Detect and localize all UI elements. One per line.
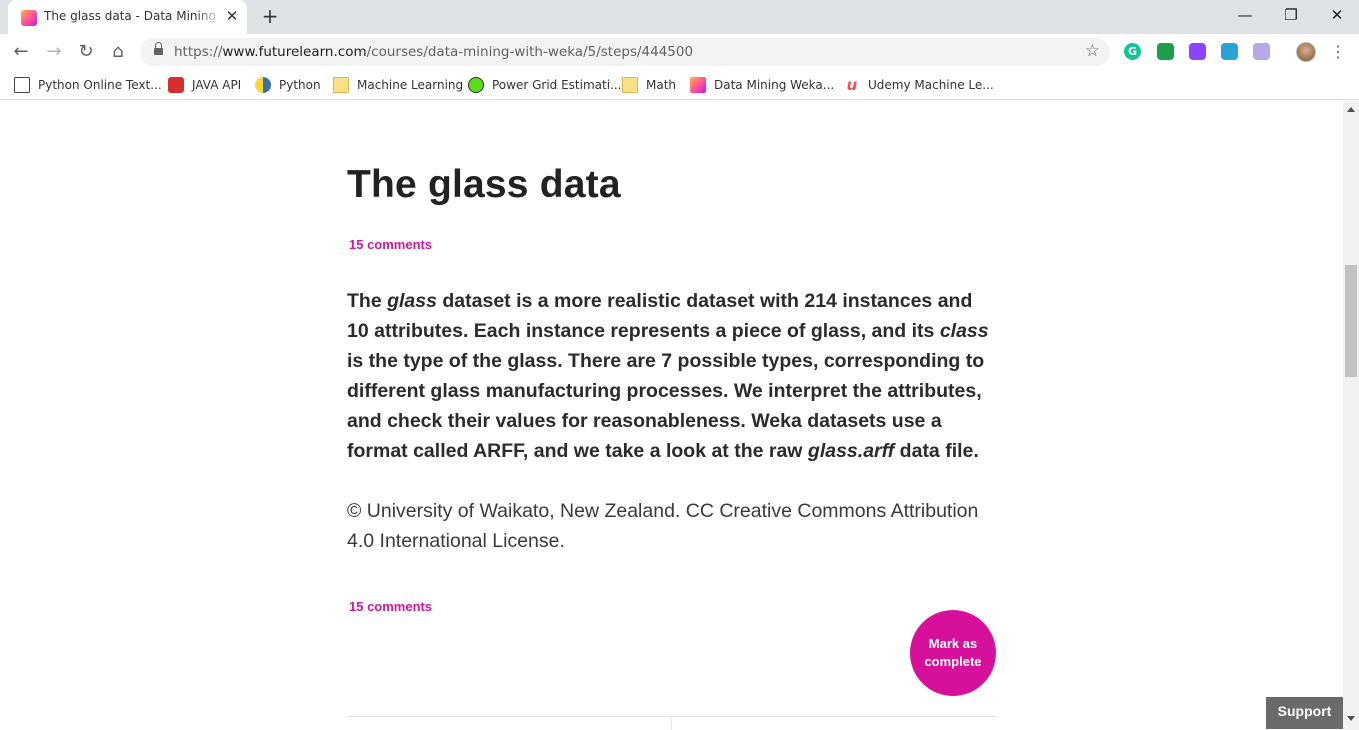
bookmark-label: Power Grid Estimati... — [492, 78, 622, 92]
puzzle-icon[interactable] — [1253, 43, 1270, 60]
summary-emphasis: glass.arff — [807, 440, 895, 462]
scroll-up-icon[interactable] — [1347, 107, 1355, 112]
page-icon — [14, 77, 30, 93]
bookmark-label: JAVA API — [192, 78, 242, 92]
profile-avatar[interactable] — [1296, 42, 1316, 62]
comments-link-bottom[interactable]: 15 comments — [349, 599, 432, 614]
support-button[interactable]: Support — [1266, 697, 1343, 729]
back-icon[interactable]: ← — [9, 40, 33, 64]
udemy-icon: u — [846, 76, 858, 94]
mark-as-complete-button[interactable]: Mark as complete — [910, 610, 996, 696]
summary-text: data file. — [894, 440, 979, 462]
browser-toolbar: ← → ↻ ⌂ https://www.futurelearn.com/cour… — [0, 34, 1359, 70]
license-text: © University of Waikato, New Zealand. CC… — [347, 500, 979, 552]
tab-close-icon[interactable]: ✕ — [224, 8, 240, 24]
step-summary: The glass dataset is a more realistic da… — [347, 286, 997, 466]
bookmark-star-icon[interactable]: ☆ — [1085, 41, 1100, 61]
restore-button[interactable]: ❐ — [1279, 4, 1303, 26]
bookmark-python[interactable]: Python — [255, 75, 321, 95]
bookmark-math[interactable]: Math — [622, 75, 676, 95]
tab-active[interactable]: The glass data - Data Mining with Weka ✕ — [8, 0, 247, 34]
bookmark-label: Data Mining Weka... — [714, 78, 835, 92]
tab-title: The glass data - Data Mining with Weka — [44, 9, 222, 23]
bookmark-java-api[interactable]: JAVA API — [168, 75, 241, 95]
folder-icon — [622, 77, 638, 93]
comments-link-top[interactable]: 15 comments — [349, 237, 432, 252]
minimize-button[interactable]: — — [1233, 4, 1257, 26]
lock-icon — [154, 42, 163, 57]
vertical-scrollbar[interactable] — [1343, 101, 1359, 730]
bookmark-label: Python — [279, 78, 321, 92]
reload-icon[interactable]: ↻ — [74, 40, 98, 64]
summary-text: The — [347, 290, 388, 312]
divider — [347, 716, 997, 717]
futurelearn-favicon-icon — [21, 10, 37, 26]
url-text[interactable]: https://www.futurelearn.com/courses/data… — [174, 44, 693, 60]
divider — [671, 716, 672, 730]
scroll-down-icon[interactable] — [1347, 716, 1355, 721]
home-icon[interactable]: ⌂ — [106, 40, 130, 64]
bookmark-power-grid[interactable]: Power Grid Estimati... — [468, 75, 622, 95]
futurelearn-icon — [690, 77, 706, 93]
bookmark-label: Machine Learning — [357, 78, 464, 92]
python-icon — [255, 77, 271, 93]
bookmark-label: Udemy Machine Le... — [868, 78, 994, 92]
smiley-icon — [468, 77, 484, 93]
cast-icon[interactable] — [1157, 43, 1174, 60]
bookmarks-bar: Python Online Text... JAVA API Python Ma… — [0, 70, 1359, 100]
bookmark-label: Python Online Text... — [38, 78, 162, 92]
folder-icon — [333, 77, 349, 93]
summary-text: dataset is a more realistic dataset with… — [347, 290, 973, 342]
new-tab-button[interactable]: + — [260, 6, 280, 26]
java-icon — [168, 77, 184, 93]
chrome-menu-icon[interactable]: ⋮ — [1330, 42, 1346, 62]
tab-strip: The glass data - Data Mining with Weka ✕… — [0, 0, 1359, 34]
bookmark-machine-learning[interactable]: Machine Learning — [333, 75, 463, 95]
page-content: The glass data 15 comments The glass dat… — [0, 101, 1343, 730]
url-path: /courses/data-mining-with-weka/5/steps/4… — [366, 44, 694, 60]
url-scheme: https:// — [174, 44, 223, 60]
url-host: www.futurelearn.com — [222, 44, 367, 60]
window-close-button[interactable]: ✕ — [1325, 4, 1349, 26]
puzzle-icon[interactable] — [1189, 43, 1206, 60]
address-bar[interactable]: https://www.futurelearn.com/courses/data… — [140, 38, 1110, 66]
bookmark-python-online-text[interactable]: Python Online Text... — [14, 75, 162, 95]
summary-emphasis: class — [939, 320, 989, 342]
bookmark-label: Math — [646, 78, 677, 92]
cloud-icon[interactable] — [1221, 43, 1238, 60]
summary-emphasis: glass — [387, 290, 437, 312]
bookmark-udemy[interactable]: u Udemy Machine Le... — [844, 75, 994, 95]
scrollbar-thumb[interactable] — [1345, 265, 1357, 377]
grammarly-icon[interactable]: G — [1124, 43, 1141, 60]
page-title: The glass data — [347, 163, 621, 206]
forward-icon[interactable]: → — [42, 40, 66, 64]
bookmark-data-mining-weka[interactable]: Data Mining Weka... — [690, 75, 834, 95]
